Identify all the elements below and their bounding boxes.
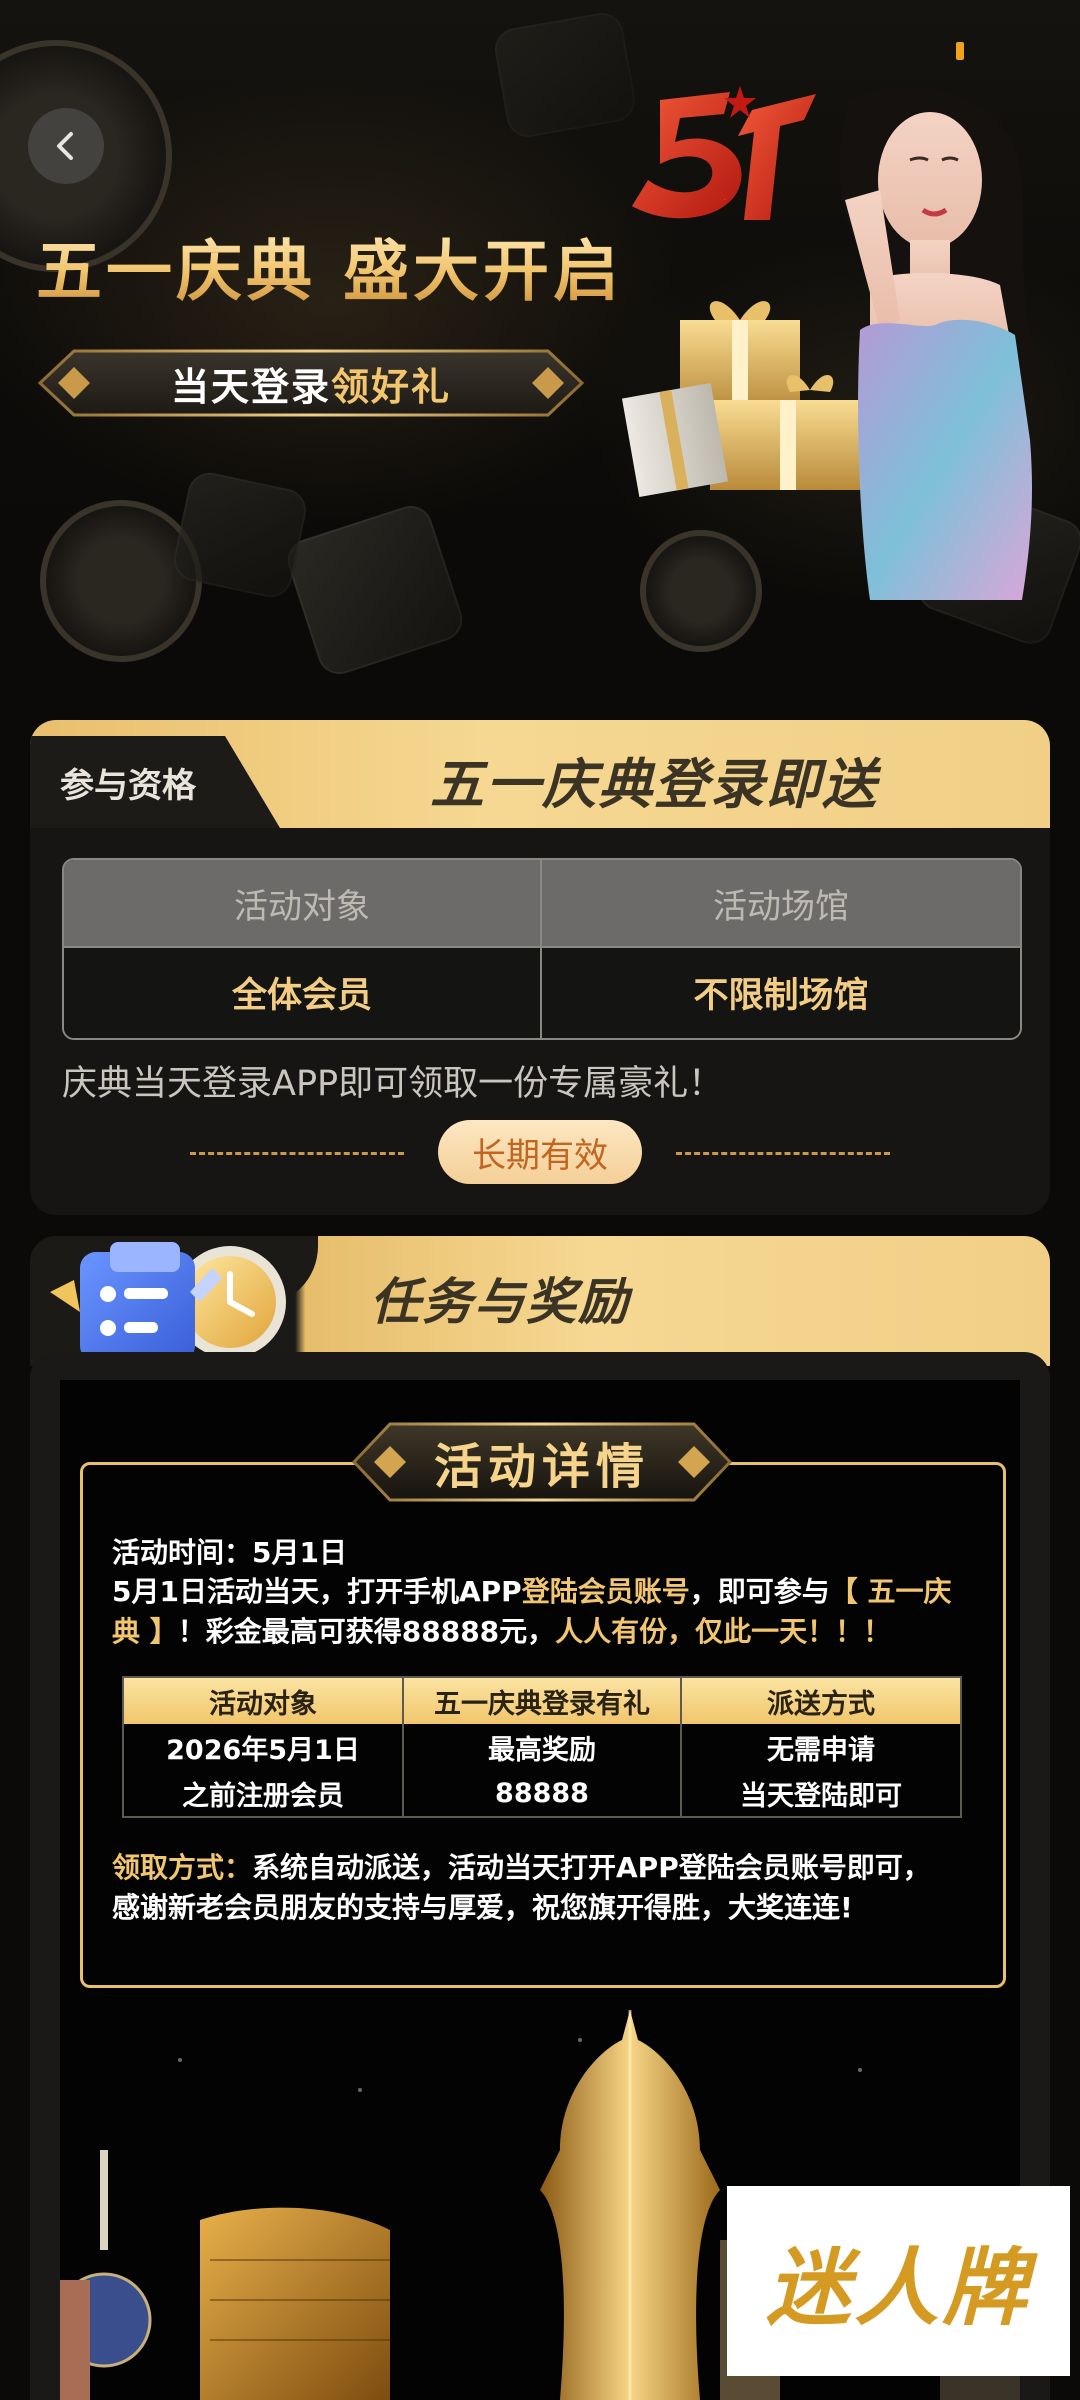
desc-highlight: 登陆会员账号 <box>521 1575 690 1608</box>
chevron-left-icon <box>57 132 73 160</box>
table-value-cell: 不限制场馆 <box>693 975 869 1016</box>
reward-cell: 88888 <box>495 1777 589 1809</box>
reward-header-cell: 派送方式 <box>767 1688 875 1720</box>
table-header-cell: 活动对象 <box>234 886 370 927</box>
casino-chip-decoration <box>640 530 762 652</box>
reward-header-cell: 五一庆典登录有礼 <box>434 1688 650 1720</box>
ribbon-text: 当天登录 领好礼 <box>36 345 586 421</box>
table-header-cell: 活动场馆 <box>713 886 849 927</box>
claim-method: 领取方式：系统自动派送，活动当天打开APP登陆会员账号即可， <box>112 1848 972 1888</box>
eligibility-description: 庆典当天登录APP即可领取一份专属豪礼！ <box>62 1064 724 1104</box>
dashed-divider <box>676 1152 890 1155</box>
tasks-title: 任务与奖励 <box>370 1273 630 1331</box>
ribbon-text-white: 当天登录 <box>170 363 331 409</box>
reward-cell: 最高奖励 <box>488 1734 596 1766</box>
reward-header-cell: 活动对象 <box>209 1688 317 1720</box>
table-value-cell: 全体会员 <box>231 975 372 1016</box>
ribbon-text-gold: 领好礼 <box>331 363 452 409</box>
desc-part: ！彩金最高可获得88888元， <box>177 1615 556 1648</box>
dice-decoration <box>491 9 639 141</box>
hero-title: 五一庆典 盛大开启 <box>36 218 623 314</box>
activity-description: 5月1日活动当天，打开手机APP登陆会员账号，即可参与【 五一庆典 】！彩金最高… <box>112 1572 972 1652</box>
eligibility-table: 活动对象 活动场馆 全体会员 不限制场馆 <box>62 858 1022 1040</box>
eligibility-card: 参与资格 五一庆典登录即送 活动对象 活动场馆 全体会员 不限制场馆 庆典当天登… <box>30 720 1050 1215</box>
claim-label: 领取方式： <box>112 1851 253 1884</box>
eligibility-title: 五一庆典登录即送 <box>430 753 878 816</box>
dice-decoration <box>282 500 468 680</box>
desc-part: ，即可参与 <box>689 1575 830 1608</box>
validity-badge: 长期有效 <box>438 1120 642 1184</box>
eligibility-tab-label: 参与资格 <box>60 766 196 806</box>
clipboard-clock-icon <box>50 1242 286 1362</box>
dashed-divider <box>190 1152 404 1155</box>
claim-text: 系统自动派送，活动当天打开APP登陆会员账号即可， <box>252 1851 931 1884</box>
activity-time: 活动时间：5月1日 <box>112 1536 347 1569</box>
reward-cell: 当天登陆即可 <box>740 1780 902 1812</box>
desc-highlight: 人人有份，仅此一天！！！ <box>555 1615 892 1648</box>
claim-thanks: 感谢新老会员朋友的支持与厚爱，祝您旗开得胜，大奖连连! <box>112 1891 853 1924</box>
status-indicator <box>956 42 964 60</box>
reward-table: 活动对象 五一庆典登录有礼 派送方式 2026年5月1日 最高奖励 无需申请 之… <box>122 1676 962 1818</box>
model-illustration <box>839 86 1050 600</box>
reward-cell: 之前注册会员 <box>182 1780 344 1812</box>
desc-part: 5月1日活动当天，打开手机APP <box>112 1575 522 1608</box>
details-badge-label: 活动详情 <box>433 1439 650 1495</box>
reward-cell: 无需申请 <box>767 1734 875 1766</box>
reward-cell: 2026年5月1日 <box>166 1734 360 1766</box>
casino-chip-decoration <box>40 500 202 662</box>
back-button[interactable] <box>28 108 104 184</box>
brand-watermark: 迷人牌 <box>727 2186 1070 2376</box>
